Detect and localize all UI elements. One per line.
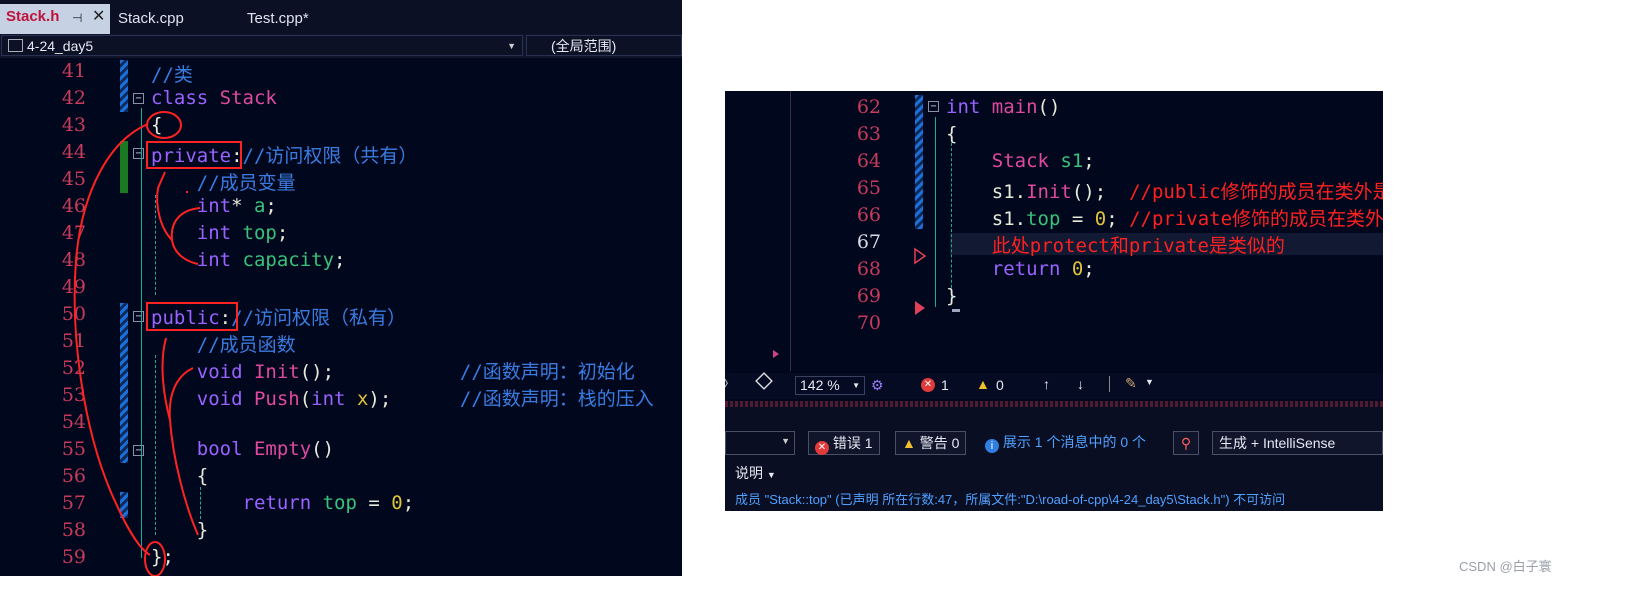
line-number: 65: [856, 177, 881, 199]
divider: [1109, 376, 1110, 392]
filter-icon[interactable]: ⚲: [1173, 431, 1199, 455]
git-icon[interactable]: [755, 372, 773, 390]
code-line[interactable]: return 0;: [946, 258, 1095, 280]
chevron-down-icon: ▼: [781, 436, 790, 446]
code-token: //private修饰的成员在类外不能直接被访问: [1129, 208, 1383, 230]
code-line[interactable]: 此处protect和private是类似的: [946, 231, 1285, 258]
code-line[interactable]: int main(): [946, 96, 1060, 118]
brush-icon[interactable]: ✎: [1125, 375, 1137, 392]
line-number: 69: [856, 285, 881, 307]
solution-dropdown[interactable]: ▼: [725, 431, 795, 455]
warnings-filter-button[interactable]: ▲ 警告 0: [895, 431, 967, 455]
warning-icon[interactable]: ▲: [976, 376, 990, 392]
code-token: ;: [1083, 150, 1095, 172]
code-line[interactable]: s1.Init(); //public修饰的成员在类外是直接可以访问: [946, 177, 1383, 204]
code-token: int: [946, 96, 992, 118]
code-token: top: [1026, 208, 1061, 230]
editor-status-bar: ◊ 142 % ▼ ⚙ ✕ 1 ▲ 0 ↑ ↓ ✎ ▼: [725, 372, 1383, 399]
annotation-strokes: [73, 111, 201, 576]
zoom-dropdown[interactable]: 142 % ▼: [795, 376, 865, 395]
build-filter-label: 生成 + IntelliSense: [1219, 435, 1336, 451]
arrow-up-icon[interactable]: ↑: [1043, 376, 1050, 392]
warning-count: 0: [996, 377, 1004, 393]
code-token: 此处protect和private是类似的: [946, 235, 1285, 257]
code-token: =: [1060, 208, 1095, 230]
scope-guide: [935, 117, 936, 307]
code-token: ;: [1106, 208, 1130, 230]
code-token: //public修饰的成员在类外是直接可以访问: [1129, 181, 1383, 203]
column-header-description[interactable]: 说明 ▼: [735, 463, 776, 483]
code-token: main: [991, 96, 1038, 118]
breakpoint-icon: [915, 301, 925, 315]
error-message-row[interactable]: 成员 "Stack::top" (已声明 所在行数:47，所属文件:"D:\ro…: [735, 489, 1285, 508]
margin-divider: [790, 91, 791, 371]
zoom-level: 142 %: [800, 377, 840, 393]
code-line[interactable]: {: [946, 123, 957, 145]
column-header-label: 说明: [735, 465, 763, 481]
warning-icon: ▲: [902, 435, 916, 451]
line-number: 68: [856, 258, 881, 280]
errors-filter-button[interactable]: ✕ 错误 1: [808, 431, 880, 455]
code-token: {: [946, 123, 958, 145]
code-token: return: [946, 258, 1072, 280]
code-token: Stack: [946, 150, 1061, 172]
scroll-arrow-icon[interactable]: [771, 349, 781, 359]
scroll-left-icon[interactable]: ◊: [725, 375, 728, 391]
breakpoint-outline-icon: [914, 247, 927, 265]
messages-filter-button[interactable]: i 展示 1 个消息中的 0 个: [979, 431, 1152, 455]
breakpoint-markers: [914, 247, 927, 315]
code-token: (): [1037, 96, 1061, 118]
code-token: Init: [1026, 181, 1072, 203]
code-token: ;: [1083, 258, 1095, 280]
code-line[interactable]: Stack s1;: [946, 150, 1095, 172]
change-marker: [915, 95, 923, 229]
errors-label: 错误 1: [832, 435, 873, 451]
code-token: ();: [1071, 181, 1130, 203]
chevron-down-icon: ▼: [766, 470, 776, 480]
line-number: 62: [856, 96, 881, 118]
code-token: }: [946, 285, 958, 307]
code-token: s1: [946, 208, 1015, 230]
code-token: s1: [1060, 150, 1084, 172]
error-count: 1: [941, 377, 949, 393]
error-icon[interactable]: ✕: [921, 378, 935, 392]
line-number: 63: [856, 123, 881, 145]
error-list-panel: ▼ ✕ 错误 1 ▲ 警告 0 i 展示 1 个消息中的 0 个 ⚲ 生成 + …: [725, 407, 1383, 511]
build-filter-dropdown[interactable]: 生成 + IntelliSense: [1212, 431, 1383, 455]
messages-label: 展示 1 个消息中的 0 个: [1002, 434, 1147, 450]
copilot-icon[interactable]: ⚙: [871, 377, 884, 394]
line-number: 66: [856, 204, 881, 226]
info-icon: i: [985, 439, 999, 453]
chevron-down-icon[interactable]: ▼: [1145, 377, 1154, 387]
code-line[interactable]: s1.top = 0; //private修饰的成员在类外不能直接被访问: [946, 204, 1383, 231]
code-token: 0: [1071, 258, 1084, 280]
code-token: .: [1014, 208, 1027, 230]
cursor-marker: [952, 309, 960, 312]
code-token: 0: [1094, 208, 1107, 230]
arrow-down-icon[interactable]: ↓: [1077, 376, 1084, 392]
code-token: s1: [946, 181, 1015, 203]
fold-toggle[interactable]: −: [928, 101, 939, 112]
error-message-text: 成员 "Stack::top" (已声明 所在行数:47，所属文件:"D:\ro…: [735, 492, 1286, 507]
warnings-label: 警告 0: [919, 435, 960, 451]
code-line[interactable]: }: [946, 285, 957, 307]
line-number: 70: [856, 312, 881, 334]
code-token: .: [1014, 181, 1027, 203]
right-editor-window: − 62 int main() 63{64 Stack s1; 65 s1.Init(…: [725, 91, 1383, 511]
chevron-down-icon: ▼: [852, 381, 860, 390]
line-number: 67: [856, 231, 881, 253]
watermark: CSDN @白子寰: [1459, 559, 1552, 574]
error-icon: ✕: [815, 441, 829, 455]
line-number: 64: [856, 150, 881, 172]
left-editor-window: Stack.h ⊣ ✕ Stack.cpp Test.cpp* 4-24_day…: [0, 0, 682, 576]
